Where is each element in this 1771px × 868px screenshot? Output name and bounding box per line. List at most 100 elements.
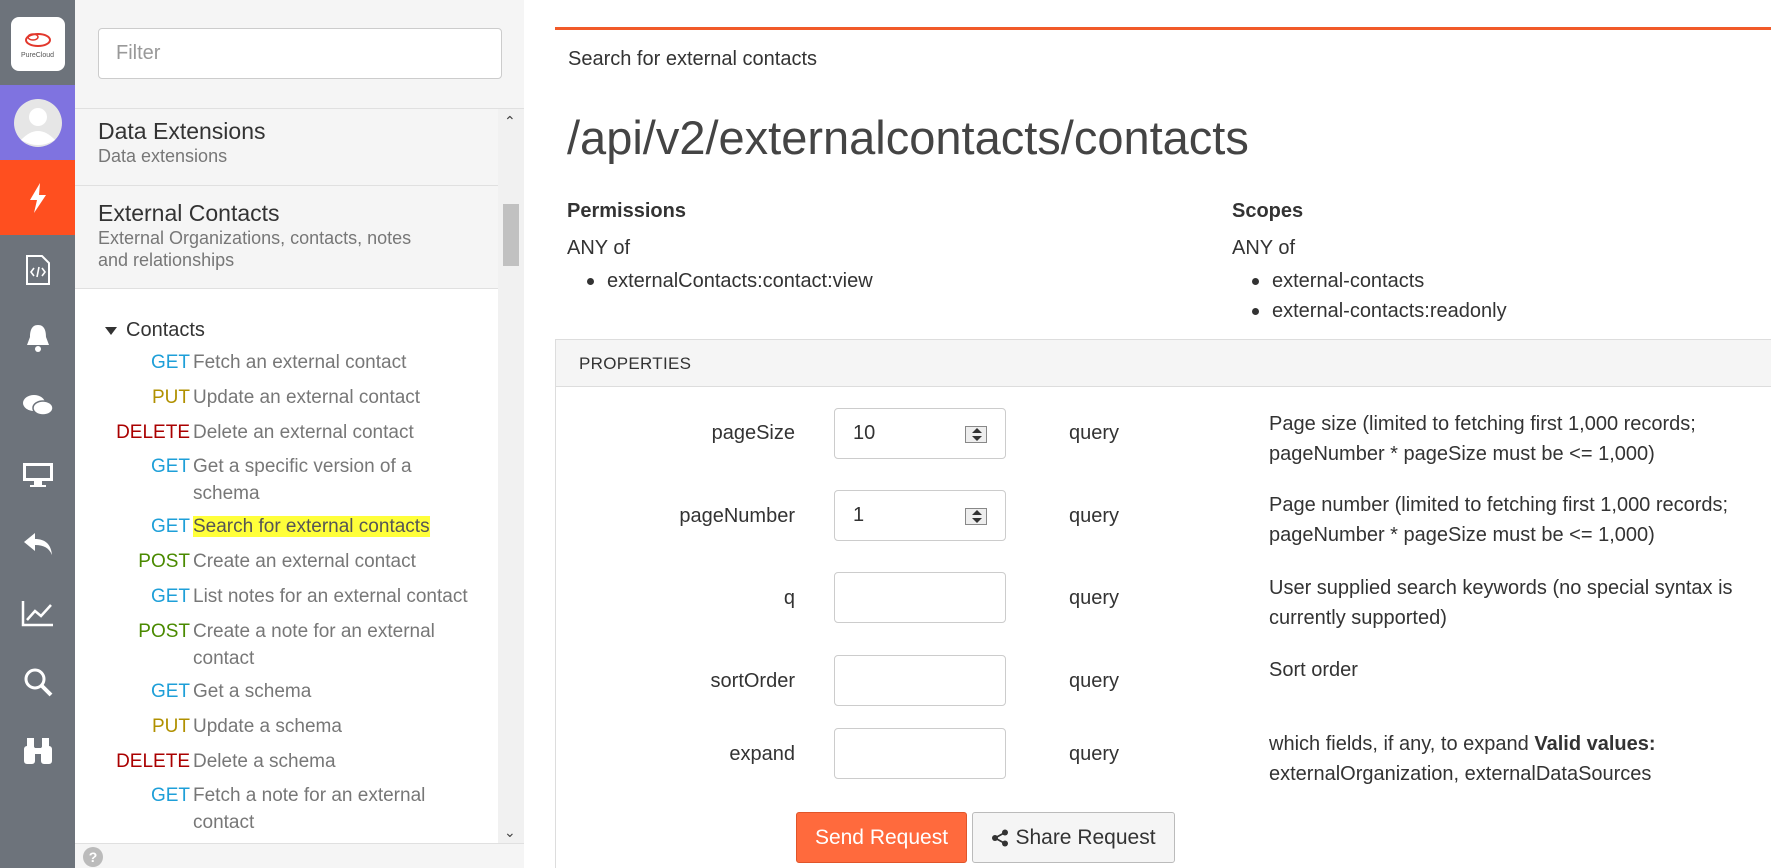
sidebar-scrollbar[interactable]: ⌃ ⌄: [498, 109, 524, 843]
rail-item-analytics[interactable]: [0, 575, 75, 650]
param-description: Page size (limited to fetching first 1,0…: [1269, 409, 1769, 469]
share-icon: [992, 829, 1009, 846]
http-method: GET: [150, 456, 190, 477]
desc-line: pageNumber * pageSize must be <= 1,000): [1269, 524, 1655, 546]
stepper-icon[interactable]: [965, 508, 987, 525]
operation-detail: Search for external contacts /api/v2/ext…: [555, 0, 1771, 868]
reply-icon: [23, 532, 52, 555]
param-location: query: [1069, 670, 1120, 692]
operation-item[interactable]: GET Get a specific version of a schema: [75, 453, 498, 509]
rail-item-search[interactable]: [0, 644, 75, 719]
operation-item[interactable]: GET Fetch a note for an external contact: [75, 782, 498, 843]
pagenumber-input[interactable]: 1: [834, 490, 1006, 541]
search-icon: [24, 668, 52, 696]
http-method: GET: [150, 516, 190, 537]
rail-item-notifications[interactable]: [0, 300, 75, 375]
operation-item[interactable]: POST Create a note for an external conta…: [75, 618, 498, 674]
rail-item-reply[interactable]: [0, 506, 75, 581]
app-root: PureCloud Filter Data Extensions Data ex…: [0, 0, 1771, 868]
category-title: External Contacts: [98, 200, 280, 226]
rail-item-code[interactable]: [0, 232, 75, 307]
param-name: q: [783, 587, 795, 609]
logo-text: PureCloud: [20, 51, 55, 59]
desc-line: pageNumber * pageSize must be <= 1,000): [1269, 443, 1655, 465]
category-external-contacts[interactable]: External Contacts External Organizations…: [75, 186, 498, 289]
category-data-extensions[interactable]: Data Extensions Data extensions: [75, 109, 498, 186]
purecloud-logo[interactable]: PureCloud: [0, 0, 75, 88]
operation-label: Create an external contact: [193, 551, 416, 572]
desc-line: Page number (limited to fetching first 1…: [1269, 494, 1729, 516]
user-avatar[interactable]: [0, 85, 75, 160]
pagesize-input[interactable]: 10: [834, 408, 1006, 459]
operation-summary: Search for external contacts: [568, 48, 818, 70]
caret-down-icon: [105, 326, 117, 335]
operation-label: Fetch a note for an external: [193, 785, 426, 806]
group-contacts[interactable]: Contacts: [105, 319, 205, 342]
operation-label: Update an external contact: [193, 387, 421, 408]
http-method: POST: [138, 621, 190, 642]
scroll-up-icon[interactable]: ⌃: [504, 113, 516, 130]
desc-line: Page size (limited to fetching first 1,0…: [1269, 413, 1696, 435]
scroll-thumb[interactable]: [503, 204, 519, 266]
chat-icon: [22, 394, 54, 416]
operation-label: List notes for an external contact: [193, 586, 468, 607]
share-request-button[interactable]: Share Request: [972, 812, 1175, 863]
endpoint-path: /api/v2/externalcontacts/contacts: [567, 111, 1249, 164]
api-sidebar: Data Extensions Data extensions External…: [75, 0, 524, 868]
scroll-down-icon[interactable]: ⌄: [504, 824, 516, 841]
monitor-icon: [22, 462, 53, 487]
operation-label: contact: [193, 648, 255, 669]
input-value: 10: [853, 422, 876, 444]
group-title: Contacts: [126, 319, 205, 341]
http-method: DELETE: [116, 751, 190, 772]
sortorder-input[interactable]: [834, 655, 1006, 706]
desc-line: currently supported): [1269, 607, 1447, 629]
properties-header: PROPERTIES: [555, 339, 1771, 387]
param-name: pageSize: [711, 422, 795, 444]
operation-label: Get a specific version of a: [193, 456, 412, 477]
http-method: PUT: [152, 716, 190, 737]
accent-divider: [555, 27, 1771, 30]
rail-item-chat[interactable]: [0, 368, 75, 443]
category-title: Data Extensions: [98, 118, 266, 144]
sidebar-footer: ?: [75, 843, 524, 868]
operation-label: Fetch an external contact: [193, 352, 407, 373]
operation-label: Update a schema: [193, 716, 342, 737]
category-subtitle: External Organizations, contacts, notes: [98, 228, 412, 248]
desc-line: which fields, if any, to expand Valid va…: [1269, 729, 1769, 759]
param-name: pageNumber: [679, 505, 795, 527]
filter-input[interactable]: [98, 28, 502, 79]
operation-label: Create a note for an external: [193, 621, 435, 642]
share-label: Share Request: [1015, 825, 1156, 849]
q-input[interactable]: [834, 572, 1006, 623]
scopes-list: external-contacts external-contacts:read…: [1232, 266, 1507, 326]
code-document-icon: [25, 254, 50, 285]
operation-label: schema: [193, 483, 260, 504]
help-icon[interactable]: ?: [83, 847, 103, 867]
http-method: GET: [150, 352, 190, 373]
scope-item: external-contacts:readonly: [1252, 296, 1507, 326]
icon-rail: PureCloud: [0, 0, 75, 868]
permissions-section: Permissions ANY of externalContacts:cont…: [567, 200, 873, 296]
filter-bar: [75, 0, 524, 109]
permission-item: externalContacts:contact:view: [587, 266, 873, 296]
scopes-title: Scopes: [1232, 200, 1304, 222]
param-location: query: [1069, 422, 1120, 444]
desc-text: which fields, if any, to expand: [1269, 733, 1535, 755]
scope-item: external-contacts: [1252, 266, 1507, 296]
scopes-section: Scopes ANY of external-contacts external…: [1232, 200, 1507, 326]
param-location: query: [1069, 587, 1120, 609]
rail-item-api-explorer[interactable]: [0, 160, 75, 235]
param-description: which fields, if any, to expand Valid va…: [1269, 729, 1769, 789]
http-method: POST: [138, 551, 190, 572]
stepper-icon[interactable]: [965, 426, 987, 443]
rail-item-desktop[interactable]: [0, 437, 75, 512]
param-name: sortOrder: [710, 670, 795, 692]
rail-item-explore[interactable]: [0, 713, 75, 788]
send-request-button[interactable]: Send Request: [796, 812, 967, 863]
category-subtitle: Data extensions: [98, 146, 228, 166]
lightning-icon: [29, 182, 46, 213]
expand-input[interactable]: [834, 728, 1006, 779]
desc-bold: Valid values:: [1534, 733, 1656, 755]
permissions-list: externalContacts:contact:view: [567, 266, 873, 296]
